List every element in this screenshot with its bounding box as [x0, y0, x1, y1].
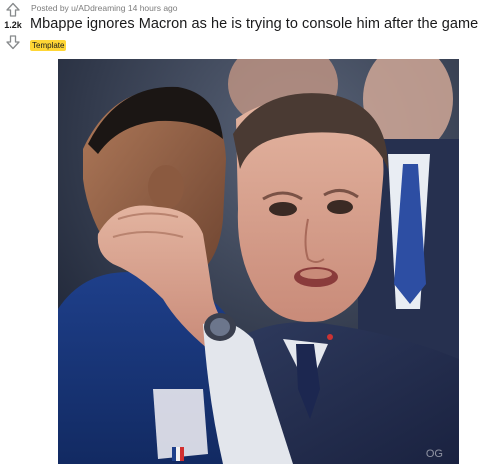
post-meta: Posted by u/ADdreaming 14 hours ago — [31, 3, 178, 13]
author-link[interactable]: u/ADdreaming — [71, 3, 125, 13]
arrow-up-icon[interactable] — [5, 2, 21, 18]
post-image[interactable]: OG — [58, 59, 459, 464]
post-time: 14 hours ago — [127, 3, 178, 13]
post-title[interactable]: Mbappe ignores Macron as he is trying to… — [30, 16, 478, 32]
arrow-down-icon[interactable] — [5, 34, 21, 50]
posted-by-prefix: Posted by — [31, 3, 72, 13]
flair-badge[interactable]: Template — [30, 40, 67, 51]
image-watermark: OG — [426, 448, 443, 460]
vote-score: 1.2k — [4, 20, 22, 30]
vote-column: 1.2k — [0, 0, 26, 60]
